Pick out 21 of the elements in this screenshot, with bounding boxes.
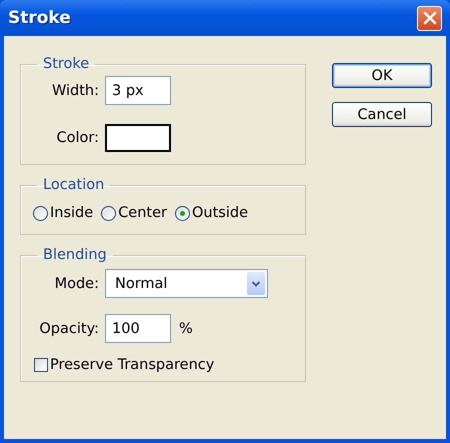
preserve-transparency-checkbox[interactable]: Preserve Transparency [21, 357, 214, 373]
close-icon [422, 11, 436, 25]
radio-option[interactable]: Outside [175, 205, 248, 221]
field-label: Mode: [54, 276, 99, 292]
field-label: Width: [50, 82, 99, 98]
mode-dropdown[interactable]: Normal [105, 269, 268, 298]
group-legend: Stroke [37, 55, 96, 73]
ok-button[interactable]: OK [332, 63, 432, 88]
close-button[interactable] [417, 6, 442, 30]
opacity-field[interactable]: 100 [105, 314, 171, 343]
color-swatch[interactable] [105, 124, 171, 152]
unit-label: % [179, 320, 193, 336]
window-title: Stroke [8, 8, 71, 28]
cancel-button[interactable]: Cancel [332, 102, 432, 127]
radio-option[interactable]: Center [101, 205, 167, 221]
field-label: Opacity: [38, 320, 99, 336]
group-legend: Blending [37, 246, 113, 264]
group-legend: Location [37, 176, 110, 194]
radio-option[interactable]: Inside [33, 205, 94, 221]
field-label: Color: [56, 130, 99, 146]
width-field[interactable]: 3 px [105, 76, 171, 105]
